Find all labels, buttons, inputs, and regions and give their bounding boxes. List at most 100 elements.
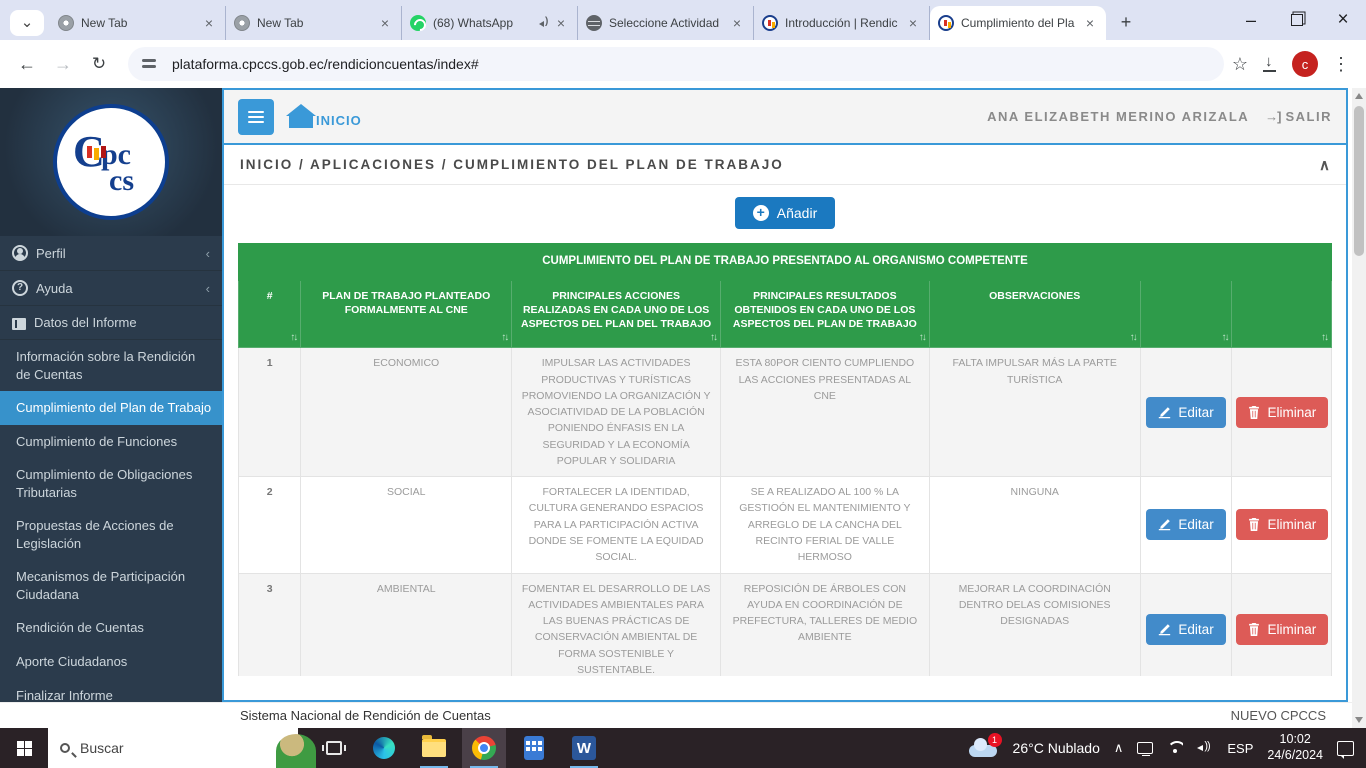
tab-close-icon[interactable] (729, 15, 745, 31)
tab-search-button[interactable] (10, 10, 44, 36)
tab-close-icon[interactable] (553, 15, 569, 31)
scrollbar-thumb[interactable] (1354, 106, 1364, 256)
tab-cumplimiento-active[interactable]: Cumplimiento del Pla (930, 6, 1106, 40)
table-header-row: # PLAN DE TRABAJO PLANTEADO FORMALMENTE … (239, 280, 1332, 348)
hidden-icons-chevron[interactable] (1114, 740, 1124, 756)
column-header-eliminar[interactable] (1232, 280, 1332, 348)
forward-button[interactable] (48, 49, 78, 79)
tab-seleccione-actividad[interactable]: Seleccione Actividad (578, 6, 754, 40)
cell-plan: AMBIENTAL (301, 573, 512, 676)
back-button[interactable] (12, 49, 42, 79)
chrome-icon (472, 736, 496, 760)
tab-new-tab-1[interactable]: New Tab (50, 6, 226, 40)
sidebar-item-cumplimiento-funciones[interactable]: Cumplimiento de Funciones (0, 425, 222, 459)
sidebar-item-cumplimiento-plan[interactable]: Cumplimiento del Plan de Trabajo (0, 391, 222, 425)
tab-whatsapp[interactable]: (68) WhatsApp (402, 6, 578, 40)
cell-resultados: REPOSICIÓN DE ÁRBOLES CON AYUDA EN COORD… (720, 573, 929, 676)
collapse-chevron-icon[interactable] (1319, 156, 1330, 174)
delete-button[interactable]: Eliminar (1236, 614, 1328, 645)
sort-icon[interactable] (290, 331, 296, 345)
sidebar-item-aporte-ciudadanos[interactable]: Aporte Ciudadanos (0, 645, 222, 679)
sidebar-item-datos-del-informe[interactable]: Datos del Informe (0, 306, 222, 340)
tab-close-icon[interactable] (201, 15, 217, 31)
edit-button[interactable]: Editar (1146, 397, 1225, 428)
browser-menu-icon[interactable] (1332, 54, 1350, 75)
bookmark-star-icon[interactable] (1232, 54, 1248, 75)
word-button[interactable]: W (562, 728, 606, 768)
chrome-button[interactable] (462, 728, 506, 768)
file-explorer-button[interactable] (412, 728, 456, 768)
plus-icon: + (753, 205, 769, 221)
weather-text[interactable]: 26°C Nublado (1013, 740, 1100, 756)
breadcrumb-bar: INICIO / APLICACIONES / CUMPLIMIENTO DEL… (224, 145, 1346, 185)
tab-close-icon[interactable] (377, 15, 393, 31)
tab-close-icon[interactable] (1082, 15, 1098, 31)
sort-icon[interactable] (1221, 331, 1227, 345)
tab-audio-icon[interactable] (539, 18, 551, 28)
profile-avatar[interactable]: c (1292, 51, 1318, 77)
date-text: 24/6/2024 (1267, 748, 1323, 762)
omnibox[interactable]: plataforma.cpccs.gob.ec/rendicioncuentas… (128, 47, 1224, 81)
sidebar-item-propuestas-legislacion[interactable]: Propuestas de Acciones de Legislación (0, 509, 222, 560)
logout-link[interactable]: SALIR (1265, 109, 1332, 124)
sidebar-nav: Perfil ‹ ? Ayuda ‹ Datos del Informe Inf… (0, 236, 222, 702)
sidebar-item-mecanismos-participacion[interactable]: Mecanismos de Participación Ciudadana (0, 560, 222, 611)
action-center-icon[interactable] (1337, 741, 1354, 756)
weather-widget[interactable]: 1 (969, 737, 999, 759)
menu-toggle-button[interactable] (238, 99, 274, 135)
volume-icon[interactable] (1197, 741, 1213, 755)
tab-close-icon[interactable] (905, 15, 921, 31)
delete-button[interactable]: Eliminar (1236, 509, 1328, 540)
cast-icon[interactable] (1137, 742, 1153, 754)
edit-button[interactable]: Editar (1146, 509, 1225, 540)
close-window-button[interactable] (1320, 0, 1366, 40)
sort-icon[interactable] (1130, 331, 1136, 345)
home-icon (288, 106, 314, 128)
edge-button[interactable] (362, 728, 406, 768)
url-text[interactable]: plataforma.cpccs.gob.ec/rendicioncuentas… (172, 56, 479, 72)
sidebar-item-ayuda[interactable]: ? Ayuda ‹ (0, 271, 222, 306)
new-tab-button[interactable] (1112, 8, 1140, 36)
sidebar-item-finalizar-informe[interactable]: Finalizar Informe (0, 679, 222, 702)
chevron-left-icon: ‹ (206, 281, 210, 296)
sidebar-item-informacion-rendicion[interactable]: Información sobre la Rendición de Cuenta… (0, 340, 222, 391)
edit-button[interactable]: Editar (1146, 614, 1225, 645)
column-header-resultados[interactable]: PRINCIPALES RESULTADOS OBTENIDOS EN CADA… (720, 280, 929, 348)
column-header-acciones[interactable]: PRINCIPALES ACCIONES REALIZADAS EN CADA … (512, 280, 721, 348)
downloads-icon[interactable] (1262, 56, 1278, 72)
home-link[interactable]: INICIO (288, 106, 362, 128)
wifi-icon[interactable] (1167, 741, 1183, 755)
taskbar-search[interactable]: Buscar (48, 728, 298, 768)
column-header-observaciones[interactable]: OBSERVACIONES (929, 280, 1140, 348)
sidebar-item-perfil[interactable]: Perfil ‹ (0, 236, 222, 271)
add-button[interactable]: + Añadir (735, 197, 835, 229)
sidebar-item-label: Ayuda (36, 281, 206, 296)
web-page: C pc cs Perfil ‹ ? Ayuda ‹ Datos del Inf… (0, 88, 1366, 728)
site-info-icon[interactable] (142, 57, 160, 71)
tab-new-tab-2[interactable]: New Tab (226, 6, 402, 40)
page-scrollbar[interactable] (1352, 88, 1366, 728)
sidebar-item-rendicion-cuentas[interactable]: Rendición de Cuentas (0, 611, 222, 645)
column-header-editar[interactable] (1140, 280, 1232, 348)
calculator-button[interactable] (512, 728, 556, 768)
sort-icon[interactable] (919, 331, 925, 345)
delete-button[interactable]: Eliminar (1236, 397, 1328, 428)
language-indicator[interactable]: ESP (1227, 741, 1253, 756)
sort-icon[interactable] (1321, 331, 1327, 345)
start-button[interactable] (0, 728, 48, 768)
sort-icon[interactable] (710, 331, 716, 345)
scroll-down-icon[interactable] (1355, 717, 1363, 723)
task-view-button[interactable] (312, 728, 356, 768)
restore-button[interactable] (1274, 0, 1320, 40)
reload-button[interactable] (84, 49, 114, 79)
add-button-label: Añadir (777, 205, 817, 221)
scroll-up-icon[interactable] (1355, 93, 1363, 99)
clock[interactable]: 10:02 24/6/2024 (1267, 732, 1323, 763)
column-header-num[interactable]: # (239, 280, 301, 348)
search-highlight-image[interactable] (276, 734, 316, 768)
sidebar-item-obligaciones-tributarias[interactable]: Cumplimiento de Obligaciones Tributarias (0, 458, 222, 509)
minimize-button[interactable] (1228, 0, 1274, 40)
sort-icon[interactable] (501, 331, 507, 345)
column-header-plan[interactable]: PLAN DE TRABAJO PLANTEADO FORMALMENTE AL… (301, 280, 512, 348)
tab-introduccion[interactable]: Introducción | Rendic (754, 6, 930, 40)
